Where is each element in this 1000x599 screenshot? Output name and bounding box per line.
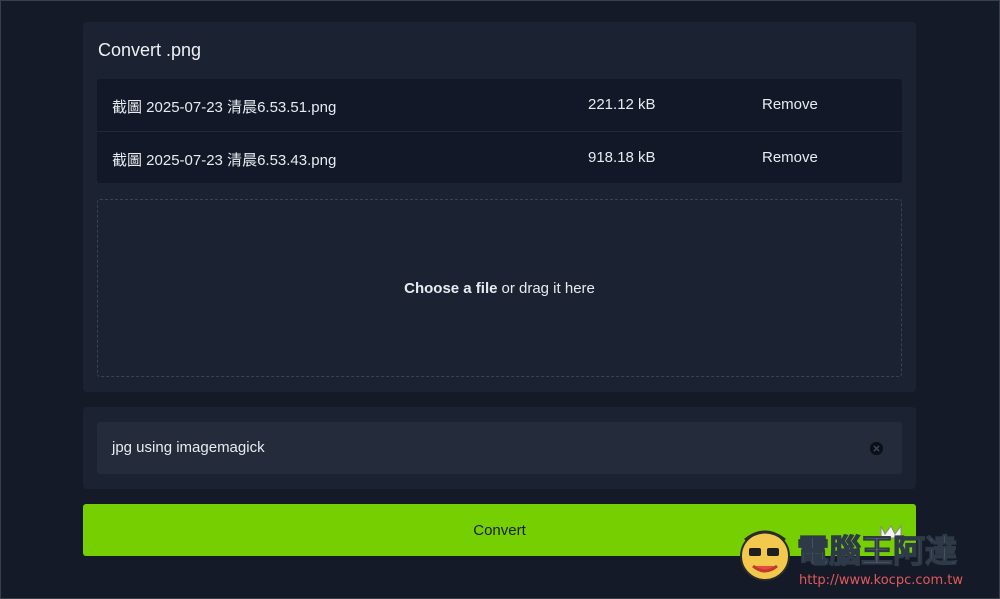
file-row: 截圖 2025-07-23 清晨6.53.43.png 918.18 kB Re… <box>97 131 902 183</box>
watermark-logo: 電腦王阿達 http://www.kocpc.com.tw <box>740 524 963 588</box>
panel-title: Convert .png <box>98 40 202 60</box>
file-size: 918.18 kB <box>588 149 656 166</box>
file-row: 截圖 2025-07-23 清晨6.53.51.png 221.12 kB Re… <box>97 79 902 131</box>
file-dropzone[interactable]: Choose a file or drag it here <box>97 199 902 377</box>
remove-file-button[interactable]: Remove <box>762 149 818 166</box>
choose-file-link[interactable]: Choose a file <box>404 280 497 297</box>
file-list: 截圖 2025-07-23 清晨6.53.51.png 221.12 kB Re… <box>97 79 902 183</box>
drag-hint: or drag it here <box>501 279 595 297</box>
watermark-url: http://www.kocpc.com.tw <box>799 573 963 588</box>
upload-panel: Convert .png 截圖 2025-07-23 清晨6.53.51.png… <box>83 22 916 392</box>
file-name: 截圖 2025-07-23 清晨6.53.43.png <box>112 152 337 169</box>
convert-options-panel: jpg using imagemagick <box>83 407 916 489</box>
file-name: 截圖 2025-07-23 清晨6.53.51.png <box>112 99 337 116</box>
remove-file-button[interactable]: Remove <box>762 96 818 113</box>
watermark-brand: 電腦王阿達 <box>797 532 957 570</box>
format-select-value: jpg using imagemagick <box>112 439 265 456</box>
clear-circle-icon[interactable] <box>870 442 883 455</box>
file-size: 221.12 kB <box>588 96 656 113</box>
format-select[interactable]: jpg using imagemagick <box>97 422 902 474</box>
